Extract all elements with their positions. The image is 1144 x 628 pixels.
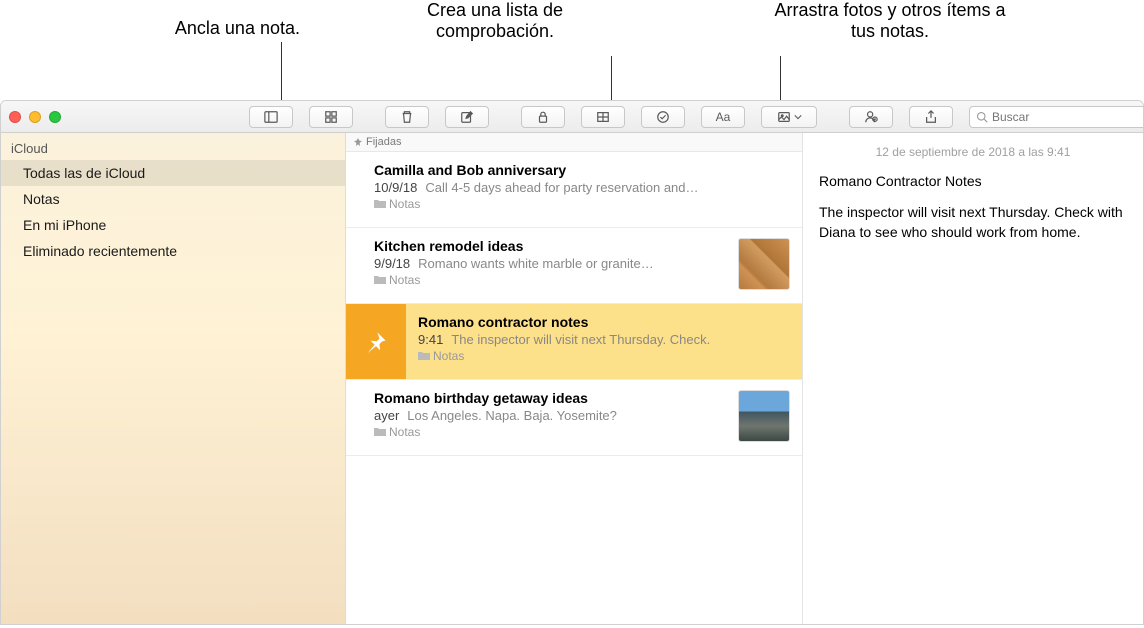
add-person-icon xyxy=(864,110,878,124)
search-input[interactable] xyxy=(992,110,1144,124)
note-date: 10/9/18 xyxy=(374,180,417,195)
note-preview: Call 4-5 days ahead for party reservatio… xyxy=(425,180,698,195)
maximize-window-button[interactable] xyxy=(49,111,61,123)
photo-icon xyxy=(777,110,791,124)
note-date: 9/9/18 xyxy=(374,256,410,271)
minimize-window-button[interactable] xyxy=(29,111,41,123)
note-row[interactable]: Romano birthday getaway ideas ayer Los A… xyxy=(346,380,802,456)
sidebar-item-label: Eliminado recientemente xyxy=(23,243,177,259)
callout-drag-photos: Arrastra fotos y otros ítems a tus notas… xyxy=(770,0,1010,42)
note-list: Fijadas Camilla and Bob anniversary 10/9… xyxy=(346,133,803,624)
note-folder-label: Notas xyxy=(389,425,420,439)
delete-note-button[interactable] xyxy=(385,106,429,128)
trash-icon xyxy=(400,110,414,124)
sidebar-item-all-icloud[interactable]: Todas las de iCloud xyxy=(1,160,345,186)
note-editor[interactable]: 12 de septiembre de 2018 a las 9:41 Roma… xyxy=(803,133,1143,624)
search-field[interactable] xyxy=(969,106,1144,128)
note-folder-label: Notas xyxy=(389,273,420,287)
note-title: Romano birthday getaway ideas xyxy=(374,390,728,406)
folder-icon xyxy=(374,199,386,209)
note-date: 9:41 xyxy=(418,332,443,347)
sidebar-section-header: iCloud xyxy=(1,137,345,160)
share-button[interactable] xyxy=(909,106,953,128)
new-note-button[interactable] xyxy=(445,106,489,128)
add-people-button[interactable] xyxy=(849,106,893,128)
compose-icon xyxy=(460,110,474,124)
window-toolbar: Aa xyxy=(1,101,1143,133)
folder-icon xyxy=(418,351,430,361)
note-title: Romano contractor notes xyxy=(418,314,790,330)
note-folder-label: Notas xyxy=(389,197,420,211)
close-window-button[interactable] xyxy=(9,111,21,123)
pin-indicator[interactable] xyxy=(346,304,406,379)
folder-icon xyxy=(374,427,386,437)
sidebar-item-label: En mi iPhone xyxy=(23,217,106,233)
note-thumbnail xyxy=(738,390,790,442)
table-button[interactable] xyxy=(581,106,625,128)
note-row[interactable]: Romano contractor notes 9:41 The inspect… xyxy=(346,304,802,380)
note-date: ayer xyxy=(374,408,399,423)
media-button[interactable] xyxy=(761,106,817,128)
note-preview: The inspector will visit next Thursday. … xyxy=(451,332,710,347)
gallery-view-button[interactable] xyxy=(309,106,353,128)
window-controls xyxy=(9,111,61,123)
note-preview: Romano wants white marble or granite… xyxy=(418,256,654,271)
lock-icon xyxy=(536,110,550,124)
note-content-title[interactable]: Romano Contractor Notes xyxy=(819,173,1127,189)
note-content-body[interactable]: The inspector will visit next Thursday. … xyxy=(819,203,1127,242)
format-text-icon: Aa xyxy=(716,110,731,124)
pin-icon xyxy=(365,331,387,353)
note-modified-date: 12 de septiembre de 2018 a las 9:41 xyxy=(819,145,1127,159)
callout-checklist: Crea una lista de comprobación. xyxy=(380,0,610,42)
checklist-button[interactable] xyxy=(641,106,685,128)
chevron-down-icon xyxy=(794,113,802,121)
format-button[interactable]: Aa xyxy=(701,106,745,128)
note-thumbnail xyxy=(738,238,790,290)
toggle-sidebar-button[interactable] xyxy=(249,106,293,128)
share-icon xyxy=(924,110,938,124)
sidebar-item-recently-deleted[interactable]: Eliminado recientemente xyxy=(1,238,345,264)
search-icon xyxy=(976,111,988,123)
table-icon xyxy=(596,110,610,124)
callout-line xyxy=(611,56,612,102)
grid-icon xyxy=(324,110,338,124)
note-row[interactable]: Kitchen remodel ideas 9/9/18 Romano want… xyxy=(346,228,802,304)
folder-sidebar: iCloud Todas las de iCloud Notas En mi i… xyxy=(1,133,346,624)
notes-window: Aa iCloud Todas las de iCloud Notas En m… xyxy=(0,100,1144,625)
callout-pin-note: Ancla una nota. xyxy=(70,18,300,39)
pinned-section-header: Fijadas xyxy=(346,133,802,152)
note-folder-label: Notas xyxy=(433,349,464,363)
sidebar-item-on-my-iphone[interactable]: En mi iPhone xyxy=(1,212,345,238)
note-title: Kitchen remodel ideas xyxy=(374,238,728,254)
sidebar-item-notes[interactable]: Notas xyxy=(1,186,345,212)
note-row[interactable]: Camilla and Bob anniversary 10/9/18 Call… xyxy=(346,152,802,228)
sidebar-item-label: Notas xyxy=(23,191,60,207)
note-preview: Los Angeles. Napa. Baja. Yosemite? xyxy=(407,408,617,423)
sidebar-icon xyxy=(264,110,278,124)
pin-icon xyxy=(354,138,362,146)
folder-icon xyxy=(374,275,386,285)
pinned-section-label: Fijadas xyxy=(366,136,401,148)
sidebar-item-label: Todas las de iCloud xyxy=(23,165,145,181)
checklist-icon xyxy=(656,110,670,124)
note-title: Camilla and Bob anniversary xyxy=(374,162,790,178)
lock-note-button[interactable] xyxy=(521,106,565,128)
